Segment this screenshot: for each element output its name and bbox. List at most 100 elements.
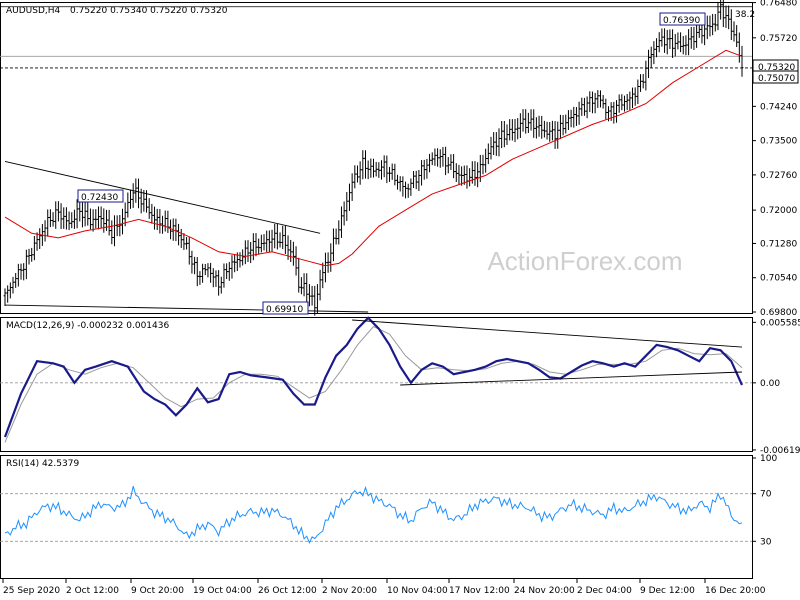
price-bar: [676, 32, 680, 50]
price-bar: [412, 171, 415, 189]
price-bar: [97, 206, 100, 230]
macd-trendline-0: [352, 319, 743, 348]
annotation-low: 0.69910: [262, 301, 309, 315]
price-bar: [19, 263, 23, 280]
price-bar: [243, 240, 247, 265]
price-bar: [329, 243, 333, 272]
price-bar: [267, 230, 271, 253]
fib-label: 38.2: [735, 10, 755, 20]
price-bar: [727, 5, 731, 30]
price-bar: [561, 115, 565, 136]
price-bar: [454, 163, 458, 183]
price-bar: [206, 263, 210, 278]
price-bar: [441, 146, 445, 167]
price-bar: [567, 110, 570, 130]
price-bar: [246, 240, 250, 263]
price-bar: [316, 284, 319, 314]
price-bar: [414, 170, 418, 190]
price-bar: [444, 146, 447, 176]
price-bar: [356, 165, 359, 183]
price-bar: [326, 252, 330, 273]
price-bar: [32, 236, 36, 261]
price-bar: [510, 119, 514, 141]
price-bar: [158, 209, 162, 234]
price-bar: [241, 249, 245, 266]
price-bar: [62, 207, 66, 229]
support-price-tag: 0.75070: [752, 70, 799, 84]
annotation-mid-label: 0.72430: [81, 193, 118, 203]
time-tick-label: 25 Sep 2020: [3, 586, 60, 596]
price-bar: [404, 181, 407, 199]
price-bar: [195, 257, 199, 287]
price-bar: [209, 262, 213, 283]
price-bar: [219, 276, 223, 294]
price-bar: [684, 35, 688, 56]
price-bar: [110, 220, 114, 245]
price-bar: [668, 29, 672, 50]
price-bar: [716, 1, 720, 31]
price-bar: [537, 115, 541, 137]
price-bar: [518, 113, 522, 138]
price-bar: [203, 263, 207, 276]
price-bar: [281, 225, 285, 250]
price-trendline-1: [4, 304, 369, 313]
macd-tick-label: 0.005585: [760, 318, 800, 328]
price-bar: [324, 252, 327, 283]
time-tick-label: 9 Dec 12:00: [640, 586, 695, 596]
price-bar: [201, 263, 205, 283]
price-bar: [628, 91, 632, 110]
price-bar: [340, 206, 343, 238]
price-bar: [711, 13, 715, 36]
price-bar: [358, 161, 362, 185]
price-bar: [14, 273, 18, 288]
price-bar: [740, 45, 744, 77]
price-bar: [6, 285, 10, 303]
price-bar: [334, 228, 338, 245]
support-price-value: 0.75070: [758, 74, 795, 84]
price-bar: [43, 220, 47, 242]
annotation-high-label: 0.76390: [663, 16, 700, 26]
price-bar: [652, 41, 656, 65]
rsi-y-axis: 100 70 30: [752, 454, 777, 547]
price-bar: [35, 232, 39, 251]
price-bar: [612, 101, 616, 124]
price-bar: [673, 34, 677, 57]
price-bar: [713, 13, 717, 32]
rsi-tick-label: 70: [760, 490, 772, 500]
price-bar: [251, 233, 255, 261]
rsi-line: [4, 486, 743, 544]
price-bar: [572, 106, 576, 128]
annotation-low-label: 0.69910: [266, 305, 303, 315]
price-bar: [473, 161, 477, 186]
price-bar: [27, 248, 31, 265]
price-bar: [438, 149, 442, 168]
price-bar: [385, 155, 389, 184]
price-bar: [577, 101, 581, 125]
rsi-tick-label: 100: [760, 454, 777, 464]
price-bar: [217, 270, 221, 296]
price-bar: [430, 152, 434, 166]
price-bar: [22, 263, 26, 281]
price-bar: [388, 166, 391, 182]
price-bar: [300, 277, 303, 295]
price-bar: [551, 120, 554, 141]
time-tick-label: 10 Nov 04:00: [387, 586, 448, 596]
macd-y-axis: 0.0055850.00-0.006194: [752, 318, 800, 456]
price-bar: [102, 208, 106, 233]
macd-series-layer: [0, 316, 752, 443]
price-tick-label: 0.71280: [760, 239, 797, 249]
price-bar: [257, 238, 261, 255]
time-tick-label: 19 Oct 04:00: [193, 586, 252, 596]
price-bar: [115, 215, 119, 237]
price-bar: [542, 120, 546, 138]
price-bar: [318, 269, 322, 301]
rsi-title: RSI(14) 42.5379: [6, 459, 79, 469]
time-tick-label: 2 Nov 20:00: [322, 586, 377, 596]
price-bar: [390, 163, 394, 180]
price-bar: [150, 203, 154, 224]
price-y-axis: 0.764800.757200.749600.742400.735000.727…: [752, 0, 797, 318]
rsi-series-layer: [0, 486, 752, 544]
price-bar: [225, 263, 229, 280]
price-bar: [484, 148, 488, 173]
price-bar: [617, 94, 621, 113]
